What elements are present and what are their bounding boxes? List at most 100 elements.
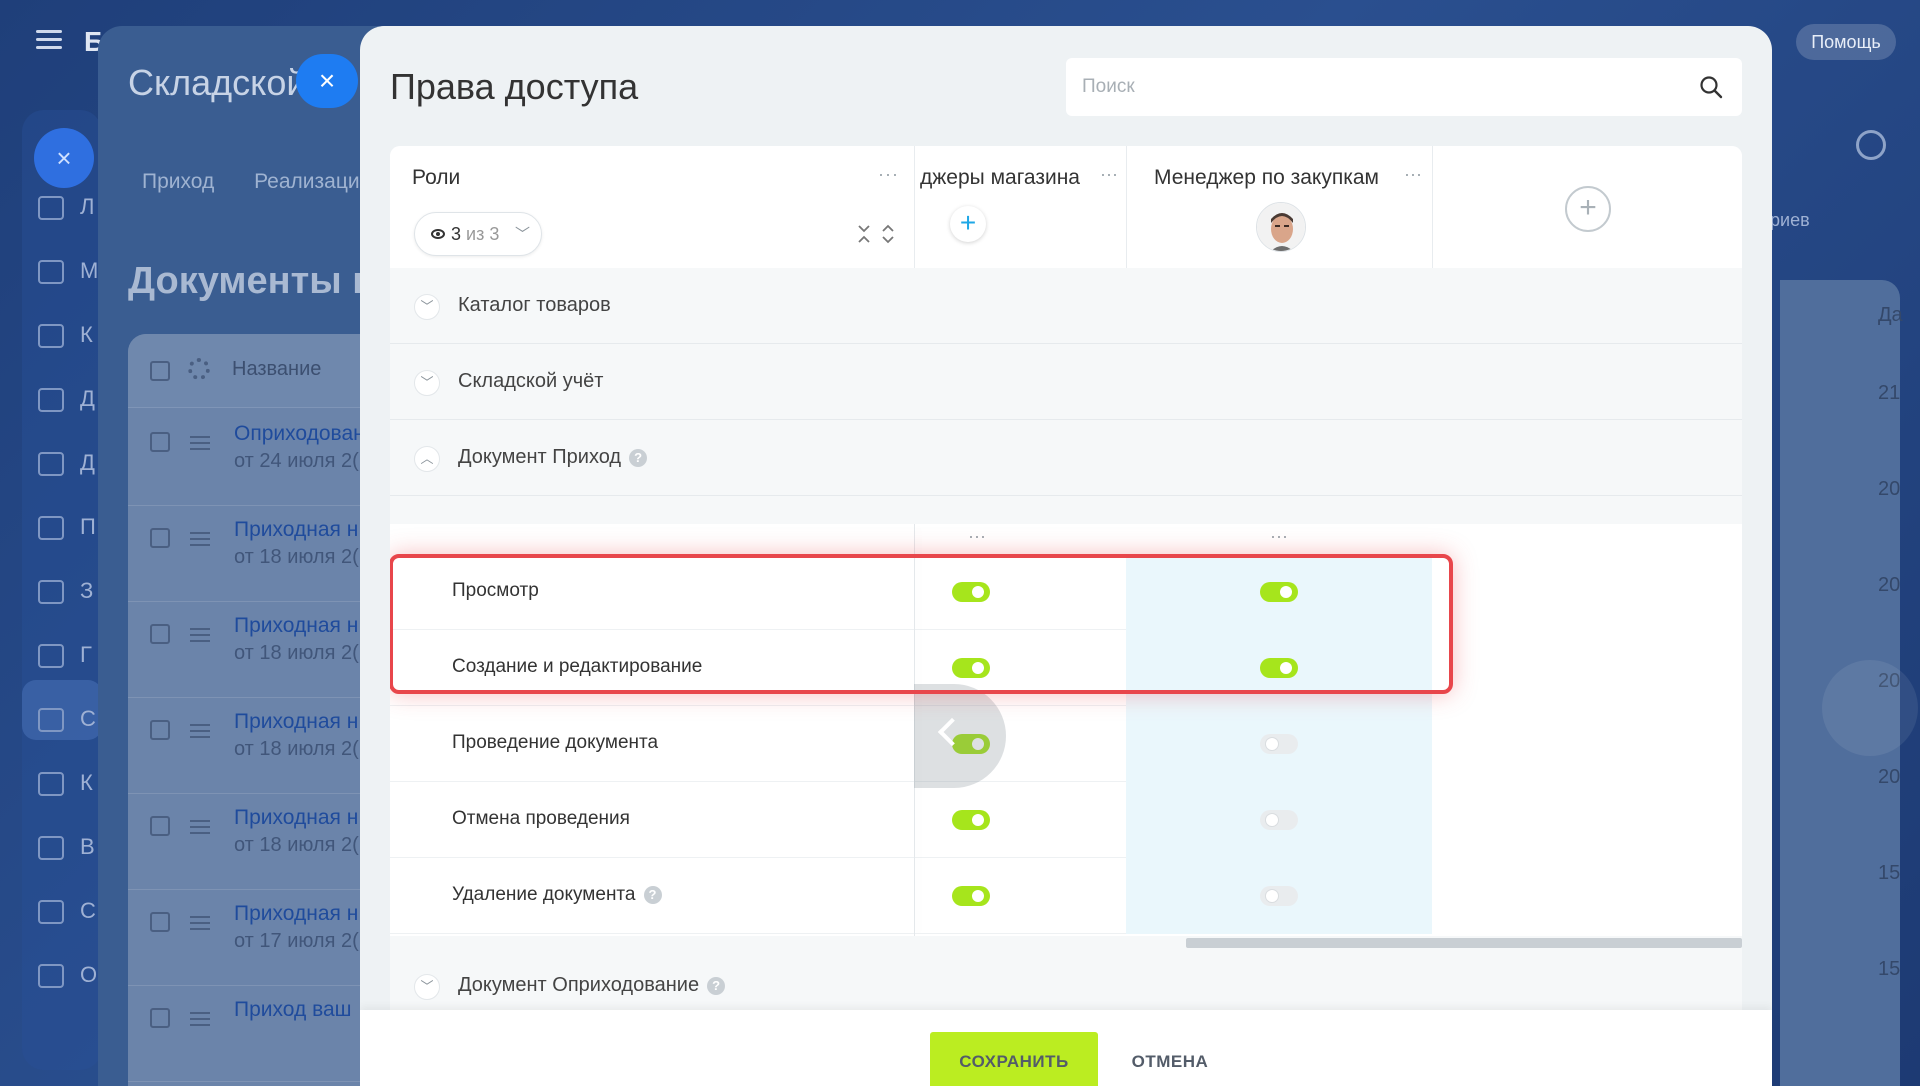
cancel-button[interactable]: ОТМЕНА bbox=[1120, 1032, 1220, 1086]
rail-menu-icon[interactable] bbox=[38, 196, 64, 220]
column-menu-icon[interactable]: ··· bbox=[1270, 526, 1288, 547]
row-checkbox[interactable] bbox=[150, 528, 170, 548]
add-role-button[interactable]: + bbox=[1565, 186, 1611, 232]
row-checkbox[interactable] bbox=[150, 912, 170, 932]
document-title[interactable]: Оприходован bbox=[234, 422, 365, 446]
chevron-down-icon[interactable]: ﹀ bbox=[414, 974, 440, 1000]
rail-menu-icon[interactable] bbox=[38, 708, 64, 732]
drag-handle-icon[interactable] bbox=[190, 628, 210, 642]
document-title[interactable]: Приходная н bbox=[234, 518, 358, 542]
help-icon[interactable]: ? bbox=[629, 448, 648, 467]
rail-close-icon[interactable]: × bbox=[34, 128, 94, 188]
permission-label: Проведение документа bbox=[452, 732, 659, 753]
drag-handle-icon[interactable] bbox=[190, 532, 210, 546]
rail-menu-icon[interactable] bbox=[38, 836, 64, 860]
column-menu-icon[interactable]: ··· bbox=[968, 526, 986, 547]
tab-realizaciya[interactable]: Реализаци bbox=[254, 170, 360, 193]
rail-menu-label: Г bbox=[80, 642, 92, 667]
roles-menu-icon[interactable]: ··· bbox=[878, 164, 899, 185]
slider-close-button[interactable]: × bbox=[296, 54, 358, 108]
role-menu-icon[interactable]: ··· bbox=[1404, 164, 1422, 185]
gear-icon[interactable] bbox=[188, 358, 210, 380]
drag-handle-icon[interactable] bbox=[190, 916, 210, 930]
tab-prihod[interactable]: Приход bbox=[142, 170, 214, 193]
permission-toggle-purchasing-manager[interactable] bbox=[1260, 886, 1298, 906]
expand-all-icon[interactable] bbox=[880, 224, 896, 244]
drag-handle-icon[interactable] bbox=[190, 724, 210, 738]
add-member-button[interactable]: + bbox=[950, 206, 986, 242]
rail-menu-icon[interactable] bbox=[38, 388, 64, 412]
chevron-up-icon[interactable]: ︿ bbox=[414, 446, 440, 472]
rail-menu-icon[interactable] bbox=[38, 324, 64, 348]
permission-toggle-store-managers[interactable] bbox=[952, 886, 990, 906]
rail-menu-label: С bbox=[80, 898, 96, 923]
section-document-oprihodovanie[interactable]: ﹀ Документ Оприходование? bbox=[390, 948, 1742, 1010]
rail-menu-label: В bbox=[80, 834, 95, 859]
drag-handle-icon[interactable] bbox=[190, 820, 210, 834]
row-checkbox[interactable] bbox=[150, 816, 170, 836]
section-warehouse[interactable]: ﹀ Складской учёт bbox=[390, 344, 1742, 420]
role-name-store-managers: джеры магазина bbox=[920, 166, 1080, 189]
role-menu-icon[interactable]: ··· bbox=[1100, 164, 1118, 185]
rail-menu-label: К bbox=[80, 770, 93, 795]
permission-label: Отмена проведения bbox=[452, 808, 630, 829]
toggle-knob bbox=[1266, 890, 1278, 902]
permission-label: Удаление документа? bbox=[452, 884, 662, 906]
row-checkbox[interactable] bbox=[150, 432, 170, 452]
drag-handle-icon[interactable] bbox=[190, 1012, 210, 1026]
rail-menu-label: Л bbox=[80, 194, 95, 219]
document-title[interactable]: Приход ваш bbox=[234, 998, 352, 1022]
role-name-purchasing-manager: Менеджер по закупкам bbox=[1154, 166, 1379, 189]
help-icon[interactable]: ? bbox=[643, 885, 662, 904]
document-title[interactable]: Приходная н bbox=[234, 806, 358, 830]
search-input[interactable]: Поиск bbox=[1066, 58, 1742, 116]
section-label: Каталог товаров bbox=[458, 294, 611, 316]
document-title[interactable]: Приходная н bbox=[234, 902, 358, 926]
settings-icon[interactable] bbox=[1856, 130, 1886, 160]
rail-menu-label: С bbox=[80, 706, 96, 731]
rail-menu-icon[interactable] bbox=[38, 644, 64, 668]
document-date: от 18 июля 2( bbox=[234, 738, 359, 760]
document-date: от 24 июля 2( bbox=[234, 450, 359, 472]
permission-toggle-purchasing-manager[interactable] bbox=[1260, 810, 1298, 830]
rail-menu-icon[interactable] bbox=[38, 580, 64, 604]
toggle-knob bbox=[1266, 814, 1278, 826]
document-title[interactable]: Приходная н bbox=[234, 710, 358, 734]
section-document-prihod[interactable]: ︿ Документ Приход? bbox=[390, 420, 1742, 496]
permission-toggle-purchasing-manager[interactable] bbox=[1260, 734, 1298, 754]
toggle-knob bbox=[972, 814, 984, 826]
section-catalog[interactable]: ﹀ Каталог товаров bbox=[390, 268, 1742, 344]
roles-visibility-selector[interactable]: 3 из 3 ﹀ bbox=[414, 212, 542, 256]
collapse-all-icon[interactable] bbox=[856, 224, 872, 244]
save-button[interactable]: СОХРАНИТЬ bbox=[930, 1032, 1098, 1086]
permission-toggle-store-managers[interactable] bbox=[952, 810, 990, 830]
document-date: от 18 июля 2( bbox=[234, 546, 359, 568]
background-tabs: Приход Реализаци bbox=[142, 170, 394, 194]
date-cell: 21 bbox=[1878, 382, 1901, 404]
user-avatar-icon bbox=[1257, 203, 1305, 251]
search-icon[interactable] bbox=[1698, 74, 1724, 100]
row-checkbox[interactable] bbox=[150, 1008, 170, 1028]
horizontal-scrollbar[interactable] bbox=[1186, 938, 1742, 948]
rail-menu-icon[interactable] bbox=[38, 516, 64, 540]
menu-icon[interactable] bbox=[36, 30, 62, 50]
row-checkbox[interactable] bbox=[150, 720, 170, 740]
rail-menu-icon[interactable] bbox=[38, 900, 64, 924]
drag-handle-icon[interactable] bbox=[190, 436, 210, 450]
rail-menu-icon[interactable] bbox=[38, 260, 64, 284]
roles-label: Роли bbox=[412, 166, 461, 189]
avatar[interactable] bbox=[1256, 202, 1306, 252]
document-date: от 18 июля 2( bbox=[234, 642, 359, 664]
chevron-down-icon[interactable]: ﹀ bbox=[414, 294, 440, 320]
help-icon[interactable]: ? bbox=[707, 976, 726, 995]
next-arrow-button[interactable] bbox=[1822, 660, 1918, 756]
select-all-checkbox[interactable] bbox=[150, 361, 170, 381]
rail-menu-icon[interactable] bbox=[38, 772, 64, 796]
rail-menu-icon[interactable] bbox=[38, 964, 64, 988]
help-button[interactable]: Помощь bbox=[1796, 24, 1896, 60]
rail-menu-icon[interactable] bbox=[38, 452, 64, 476]
document-title[interactable]: Приходная н bbox=[234, 614, 358, 638]
chevron-down-icon[interactable]: ﹀ bbox=[414, 370, 440, 396]
rail-menu-label: М bbox=[80, 258, 99, 283]
row-checkbox[interactable] bbox=[150, 624, 170, 644]
